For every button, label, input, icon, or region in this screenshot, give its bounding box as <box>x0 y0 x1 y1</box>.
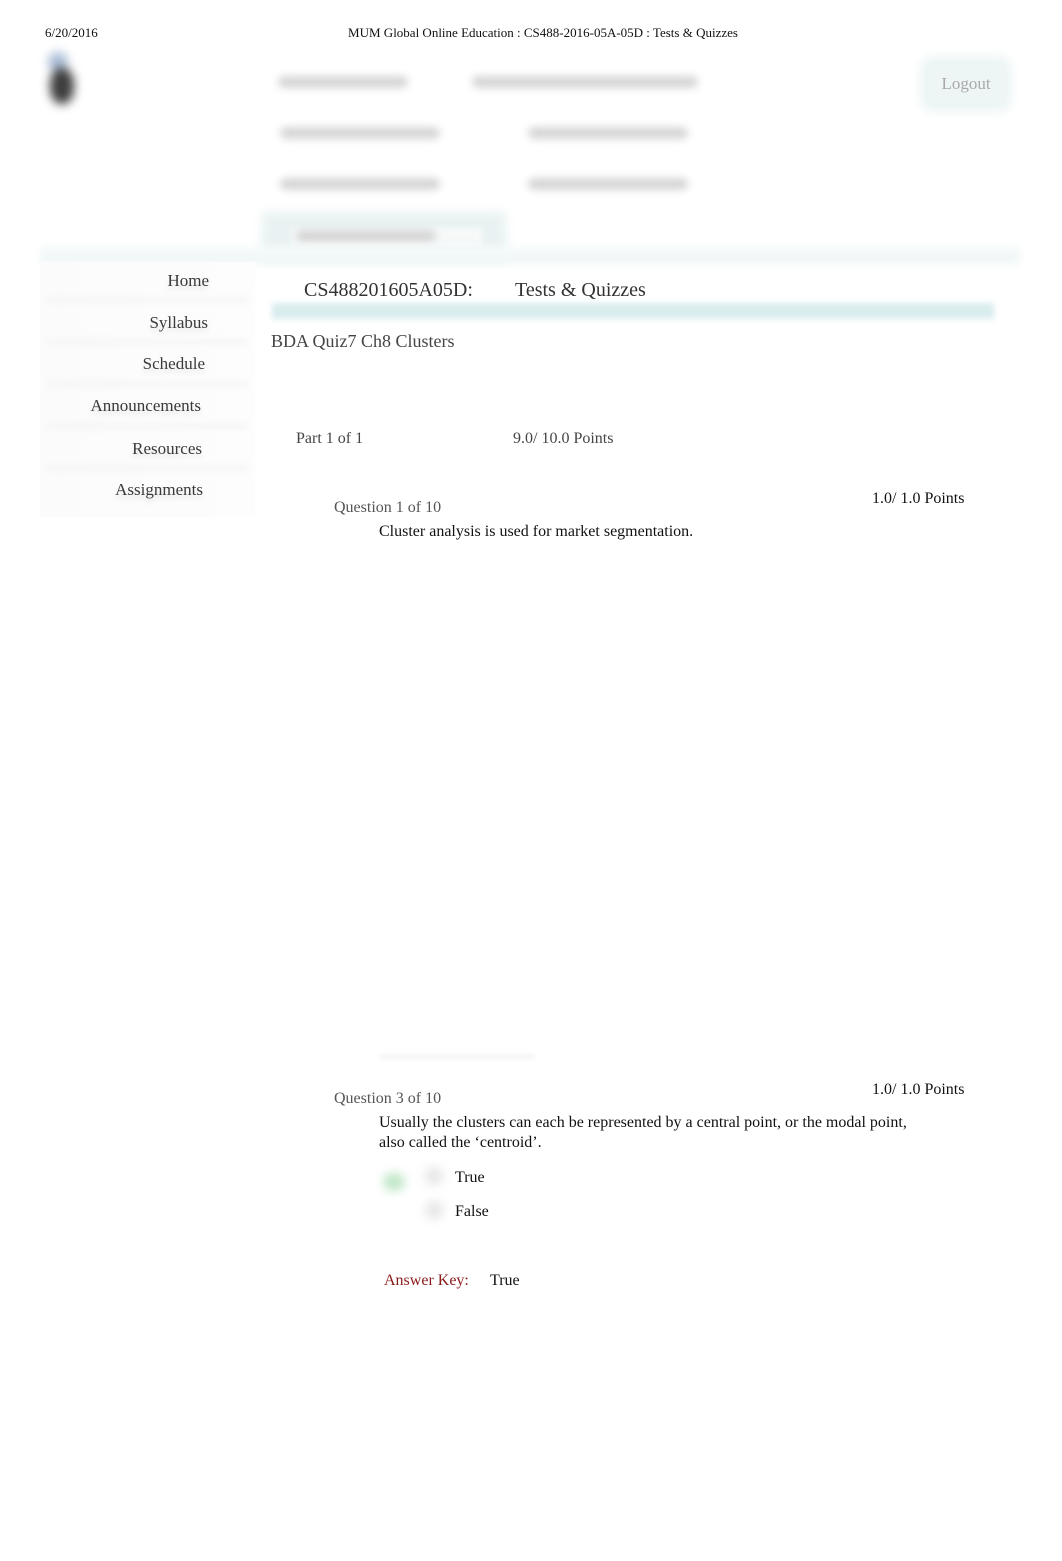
blurred-tab-label <box>296 230 436 242</box>
sidebar-divider <box>48 466 248 470</box>
sidebar-item-schedule[interactable]: Schedule <box>143 354 205 374</box>
question-text: Cluster analysis is used for market segm… <box>379 523 694 540</box>
site-tab-1[interactable] <box>472 76 698 88</box>
title-underline-band <box>272 303 994 319</box>
sidebar-item-home[interactable]: Home <box>167 271 209 291</box>
blurred-tab-label <box>528 178 688 190</box>
institution-logo-icon[interactable] <box>44 52 78 106</box>
site-tab-5[interactable] <box>528 178 688 190</box>
answer-option-label: False <box>455 1203 489 1220</box>
active-site-tab-text <box>296 230 436 242</box>
question-label: Question 3 of 10 <box>334 1090 442 1107</box>
radio-button[interactable] <box>425 1201 443 1219</box>
question-points: 1.0/ 1.0 Points <box>872 490 965 507</box>
blurred-tab-label <box>528 127 688 139</box>
radio-button[interactable] <box>425 1167 443 1185</box>
sidebar-divider <box>48 382 248 386</box>
site-tab-2[interactable] <box>280 127 440 139</box>
answer-option-label: True <box>455 1169 485 1186</box>
blurred-content-divider <box>380 1055 535 1058</box>
sidebar-item-assignments[interactable]: Assignments <box>115 480 203 500</box>
site-tab-3[interactable] <box>528 127 688 139</box>
site-tab-4[interactable] <box>280 178 440 190</box>
site-title: CS488201605A05D: <box>304 279 473 301</box>
question-points: 1.0/ 1.0 Points <box>872 1081 965 1098</box>
logo-body-shape <box>50 68 74 104</box>
question-text: Usually the clusters can each be represe… <box>379 1114 907 1151</box>
sidebar-divider <box>48 424 248 428</box>
sidebar-item-syllabus[interactable]: Syllabus <box>149 313 208 333</box>
tool-sidebar: Home Syllabus Schedule Announcements Res… <box>40 262 255 517</box>
blurred-tab-label <box>472 76 698 88</box>
tool-title: Tests & Quizzes <box>515 279 646 301</box>
part-label: Part 1 of 1 <box>296 430 364 447</box>
answer-key-label: Answer Key: <box>384 1272 469 1289</box>
checkmark-icon <box>383 1173 405 1191</box>
part-points: 9.0/ 10.0 Points <box>513 430 614 447</box>
sidebar-item-announcements[interactable]: Announcements <box>91 396 201 416</box>
quiz-title: BDA Quiz7 Ch8 Clusters <box>271 331 455 351</box>
site-tab-my-workspace[interactable] <box>278 76 408 88</box>
answer-key-value: True <box>490 1272 520 1289</box>
blurred-tab-label <box>278 76 408 88</box>
blurred-tab-label <box>280 127 440 139</box>
sidebar-divider <box>48 298 248 302</box>
print-page-title: MUM Global Online Education : CS488-2016… <box>348 25 738 40</box>
sidebar-divider <box>48 340 248 344</box>
sidebar-item-resources[interactable]: Resources <box>132 439 202 459</box>
logout-button[interactable]: Logout <box>926 62 1006 106</box>
question-label: Question 1 of 10 <box>334 499 442 516</box>
blurred-tab-label <box>280 178 440 190</box>
